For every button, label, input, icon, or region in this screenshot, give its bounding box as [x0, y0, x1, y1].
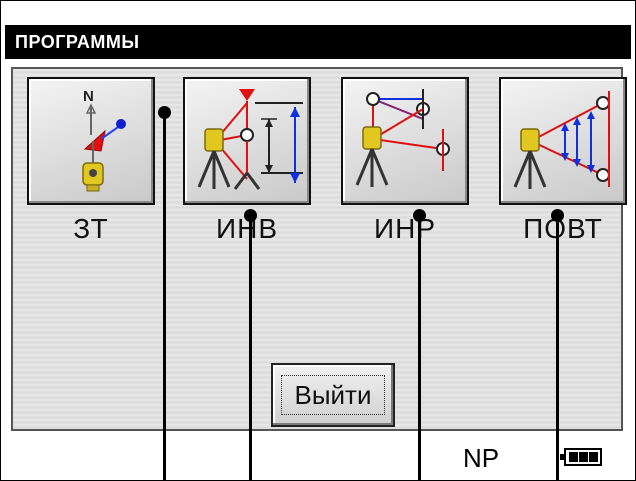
status-bar [5, 437, 631, 477]
battery-cell [589, 452, 598, 462]
program-label: ИНР [373, 213, 437, 244]
program-inv-button[interactable] [183, 77, 311, 205]
callout-line [418, 215, 421, 481]
battery-cell [569, 452, 578, 462]
exit-button[interactable]: Выйти [271, 363, 395, 427]
station-orientation-icon: N [82, 88, 126, 192]
battery-full-icon [560, 448, 602, 466]
title-bar: ПРОГРАММЫ [5, 25, 631, 59]
callout-line [163, 112, 166, 481]
program-inr-button[interactable] [341, 77, 469, 205]
exit-button-label: Выйти [281, 375, 385, 415]
battery-cell [579, 452, 588, 462]
program-label: ЗТ [73, 213, 109, 244]
svg-text:N: N [83, 88, 94, 105]
remote-elevation-icon [197, 89, 303, 190]
callout-line [556, 215, 559, 481]
window-title: ПРОГРАММЫ [15, 32, 140, 52]
program-povt-button[interactable] [499, 77, 627, 205]
device-screen: ПРОГРАММЫ N ЗТ ИНВ ИНР ПОВТ Выйти NP [0, 0, 636, 481]
callout-line [249, 215, 252, 481]
measure-mode-indicator: NP [463, 443, 500, 473]
program-zt-button[interactable]: N [27, 77, 155, 205]
missing-line-icon [355, 89, 450, 187]
repetition-measurement-icon [513, 91, 610, 189]
